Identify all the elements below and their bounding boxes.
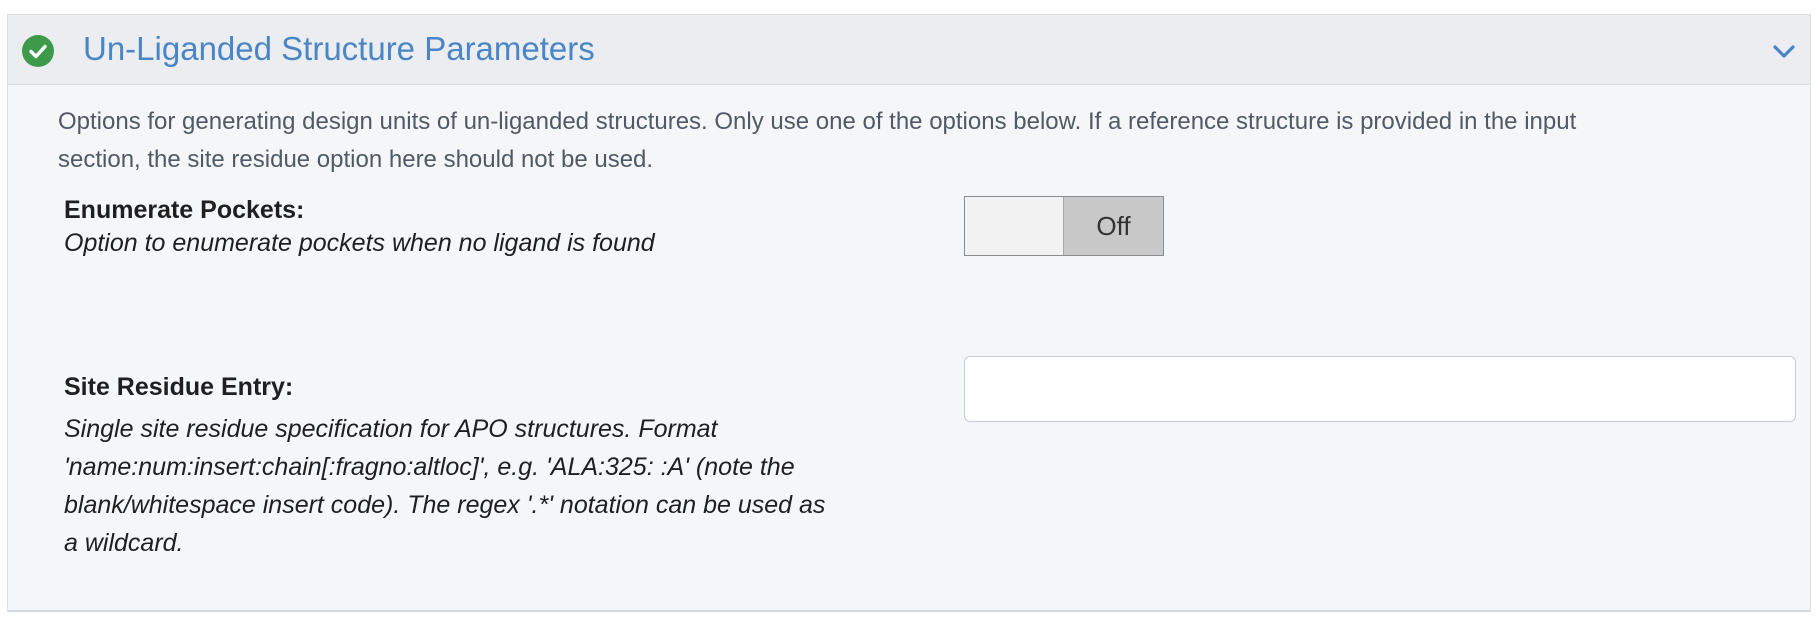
site-residue-help-line: blank/whitespace insert code). The regex… [64, 491, 826, 519]
site-residue-help: Single site residue specification for AP… [64, 410, 924, 562]
description-line: Options for generating design units of u… [58, 108, 1577, 135]
site-residue-input[interactable] [964, 356, 1796, 422]
check-circle-icon [22, 35, 54, 67]
description-line: section, the site residue option here sh… [58, 146, 654, 173]
panel-title: Un-Liganded Structure Parameters [83, 30, 595, 67]
enumerate-pockets-help-text: Option to enumerate pockets when no liga… [64, 229, 655, 257]
site-residue-help-line: 'name:num:insert:chain[:fragno:altloc]',… [64, 453, 795, 481]
toggle-state-label: Off [1063, 197, 1163, 255]
panel-description: Options for generating design units of u… [58, 103, 1810, 179]
site-residue-label: Site Residue Entry: [64, 373, 294, 401]
enumerate-pockets-toggle[interactable]: Off [964, 196, 1164, 256]
chevron-down-icon[interactable] [1772, 39, 1796, 63]
enumerate-pockets-label: Enumerate Pockets: [64, 196, 305, 224]
site-residue-help-line: a wildcard. [64, 529, 184, 557]
site-residue-help-line: Single site residue specification for AP… [64, 415, 718, 443]
panel-header[interactable]: Un-Liganded Structure Parameters [8, 15, 1810, 85]
enumerate-pockets-help: Option to enumerate pockets when no liga… [64, 224, 924, 262]
